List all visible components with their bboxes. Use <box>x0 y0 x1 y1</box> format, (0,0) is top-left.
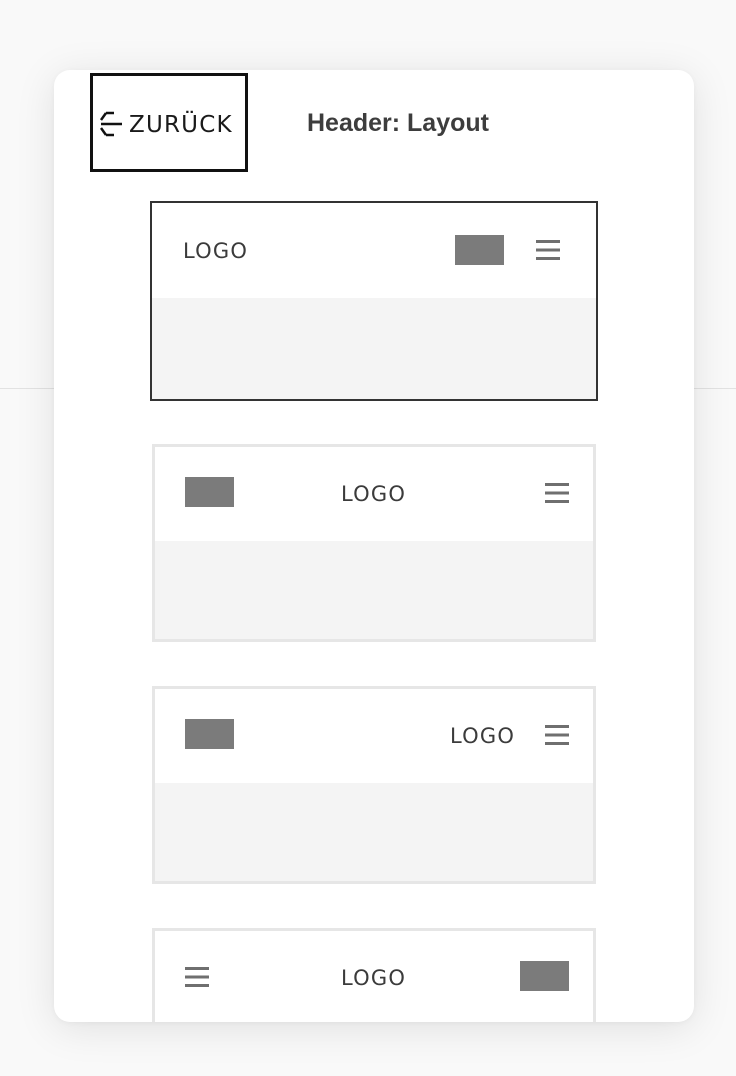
preview-body <box>155 783 593 881</box>
preview-header: LOGO <box>152 203 596 298</box>
placeholder-block <box>455 235 504 265</box>
preview-body <box>155 541 593 639</box>
hamburger-menu-icon <box>545 483 569 503</box>
back-button-label: ZURÜCK <box>129 112 233 138</box>
placeholder-block <box>185 719 234 749</box>
hamburger-menu-icon <box>545 725 569 745</box>
layout-option-1[interactable]: LOGO <box>150 201 598 401</box>
preview-body <box>152 298 596 399</box>
preview-header: LOGO <box>155 447 593 541</box>
preview-logo: LOGO <box>341 966 407 990</box>
layout-option-4[interactable]: LOGO <box>152 928 596 1022</box>
hamburger-menu-icon <box>185 967 209 987</box>
placeholder-block <box>520 961 569 991</box>
hamburger-menu-icon <box>536 240 560 260</box>
back-button[interactable]: ZURÜCK <box>90 73 248 172</box>
header-layout-panel: ZURÜCK Header: Layout LOGO LOGO LOGO LOG… <box>54 70 694 1022</box>
preview-logo: LOGO <box>341 482 407 506</box>
preview-logo: LOGO <box>450 724 516 748</box>
preview-header: LOGO <box>155 689 593 783</box>
placeholder-block <box>185 477 234 507</box>
layout-option-2[interactable]: LOGO <box>152 444 596 642</box>
back-arrow-icon <box>100 111 122 137</box>
layout-option-3[interactable]: LOGO <box>152 686 596 884</box>
panel-title: Header: Layout <box>307 109 489 137</box>
preview-header: LOGO <box>155 931 593 1022</box>
preview-logo: LOGO <box>183 239 249 263</box>
